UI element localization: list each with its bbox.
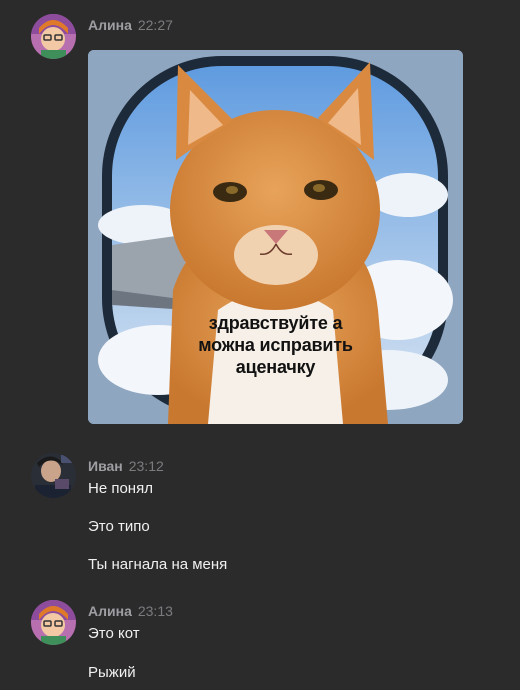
caption-line: можна исправить bbox=[198, 335, 353, 355]
image-caption: здравствуйте а можна исправить аценачку bbox=[88, 312, 463, 378]
message-header: Алина 23:13 bbox=[88, 603, 173, 619]
message-text: Ты нагнала на меня bbox=[88, 556, 228, 573]
message-text: Рыжий bbox=[88, 664, 136, 681]
author-name[interactable]: Иван bbox=[88, 458, 123, 474]
message-header: Алина 22:27 bbox=[88, 17, 173, 33]
avatar[interactable] bbox=[31, 453, 76, 498]
timestamp: 23:12 bbox=[128, 458, 164, 474]
message-text: Это типо bbox=[88, 518, 150, 535]
author-name[interactable]: Алина bbox=[88, 603, 132, 619]
caption-line: здравствуйте а bbox=[208, 313, 343, 333]
avatar[interactable] bbox=[31, 600, 76, 645]
caption-line: аценачку bbox=[235, 357, 316, 377]
timestamp: 23:13 bbox=[137, 603, 173, 619]
timestamp: 22:27 bbox=[137, 17, 173, 33]
message-header: Иван 23:12 bbox=[88, 458, 164, 474]
message-image[interactable]: здравствуйте а можна исправить аценачку bbox=[88, 50, 463, 424]
message-text: Не понял bbox=[88, 480, 153, 497]
author-name[interactable]: Алина bbox=[88, 17, 132, 33]
avatar[interactable] bbox=[31, 14, 76, 59]
message-text: Это кот bbox=[88, 625, 140, 642]
